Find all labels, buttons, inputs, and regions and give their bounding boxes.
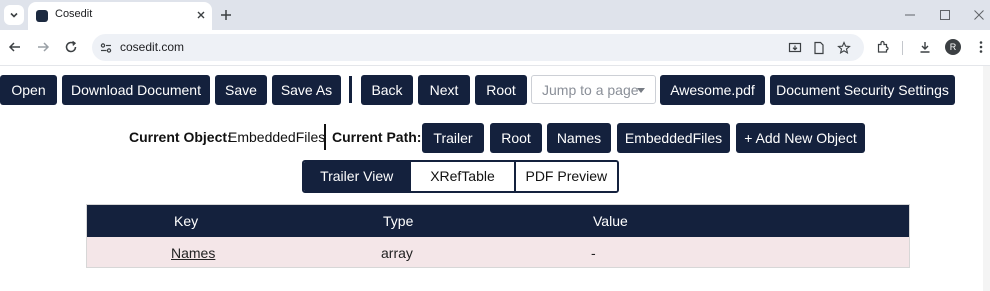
path-embeddedfiles-button[interactable]: EmbeddedFiles [617, 123, 730, 153]
browser-toolbar: cosedit.com R [0, 30, 990, 66]
maximize-icon [940, 10, 950, 20]
reload-icon [65, 40, 77, 53]
column-header-value: Value [593, 213, 628, 229]
minimize-icon [905, 14, 915, 16]
row-type: array [381, 245, 413, 261]
new-tab-button[interactable] [216, 5, 236, 25]
open-button[interactable]: Open [0, 75, 57, 105]
current-object-value: EmbeddedFiles [228, 129, 326, 145]
back-nav-button[interactable] [6, 38, 24, 56]
url-text[interactable]: cosedit.com [120, 40, 184, 54]
tab-xreftable[interactable]: XRefTable [409, 162, 514, 191]
file-name-button[interactable]: Awesome.pdf [660, 75, 765, 105]
profile-avatar[interactable]: R [945, 39, 961, 55]
save-as-button[interactable]: Save As [272, 75, 341, 105]
tab-title: Cosedit [55, 8, 93, 20]
page-scrollbar[interactable] [983, 66, 990, 291]
table-row: Names array - [87, 237, 909, 267]
toolbar-divider [902, 41, 903, 55]
save-button[interactable]: Save [215, 75, 267, 105]
path-separator [324, 124, 326, 150]
bookmark-star-icon[interactable] [835, 39, 853, 57]
tab-close-button[interactable] [192, 6, 210, 24]
row-key-link[interactable]: Names [171, 245, 215, 261]
extensions-icon[interactable] [874, 38, 892, 56]
current-path-label: Current Path: [332, 129, 422, 145]
path-trailer-button[interactable]: Trailer [422, 123, 484, 153]
plus-icon [221, 10, 231, 20]
document-icon[interactable] [810, 39, 828, 57]
path-root-button[interactable]: Root [490, 123, 542, 153]
reload-button[interactable] [62, 38, 80, 56]
jump-to-page-select[interactable]: Jump to a page [531, 75, 656, 104]
tab-search-button[interactable] [4, 5, 24, 25]
path-names-button[interactable]: Names [547, 123, 611, 153]
root-button[interactable]: Root [475, 75, 527, 105]
browser-tab[interactable]: Cosedit [28, 2, 212, 30]
column-header-type: Type [383, 213, 414, 229]
document-security-settings-button[interactable]: Document Security Settings [770, 75, 955, 105]
window-close-button[interactable] [969, 5, 989, 25]
tab-trailer-view[interactable]: Trailer View [304, 162, 410, 191]
arrow-right-icon [38, 42, 50, 52]
close-icon [974, 10, 984, 20]
forward-nav-button[interactable] [34, 38, 52, 56]
view-tabs: Trailer View XRefTable PDF Preview [302, 160, 619, 193]
cosedit-favicon-icon [36, 10, 48, 22]
install-app-icon[interactable] [786, 39, 804, 57]
next-button[interactable]: Next [418, 75, 470, 105]
back-button[interactable]: Back [361, 75, 413, 105]
browser-tab-strip: Cosedit [0, 0, 990, 30]
caret-down-icon [637, 88, 645, 93]
toolbar-divider [349, 76, 352, 103]
add-new-object-button[interactable]: + Add New Object [736, 123, 865, 153]
current-object-label: Current Object: [129, 129, 232, 145]
close-icon [197, 11, 205, 19]
table-header: Key Type Value [87, 205, 909, 237]
download-icon[interactable] [916, 38, 934, 56]
column-header-key: Key [174, 213, 199, 229]
row-value: - [591, 245, 596, 261]
jump-to-page-placeholder: Jump to a page [542, 82, 639, 98]
download-document-button[interactable]: Download Document [62, 75, 210, 105]
chevron-down-icon [10, 12, 18, 18]
site-info-icon[interactable] [97, 39, 115, 57]
minimize-button[interactable] [900, 5, 920, 25]
arrow-left-icon [8, 42, 20, 52]
maximize-button[interactable] [935, 5, 955, 25]
more-menu-icon[interactable] [972, 38, 990, 56]
address-bar[interactable]: cosedit.com [92, 34, 864, 61]
object-table: Key Type Value Names array - [86, 204, 910, 268]
tab-pdf-preview[interactable]: PDF Preview [513, 162, 617, 191]
